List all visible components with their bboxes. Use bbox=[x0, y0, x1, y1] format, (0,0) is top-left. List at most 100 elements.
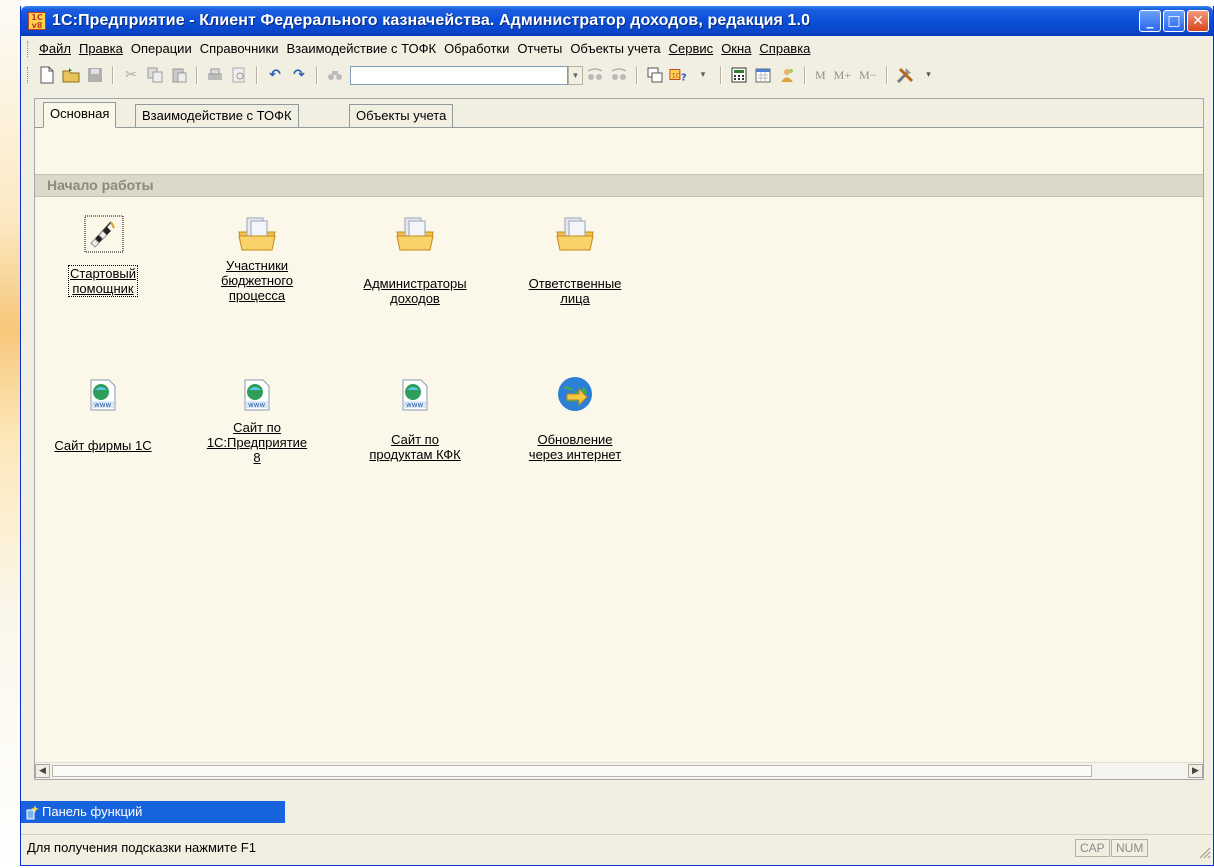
memory-mminus-button[interactable]: M− bbox=[859, 68, 876, 83]
cut-icon[interactable]: ✂ bbox=[121, 65, 141, 85]
menu-file[interactable]: Файл bbox=[35, 41, 75, 56]
toolbar-grip[interactable] bbox=[27, 67, 31, 83]
svg-text:www: www bbox=[406, 401, 423, 409]
desktop-background bbox=[0, 0, 22, 868]
launcher-internet-update[interactable]: Обновление через интернет bbox=[505, 366, 645, 462]
new-document-icon[interactable] bbox=[37, 65, 57, 85]
svg-text:www: www bbox=[248, 401, 265, 409]
menu-processing[interactable]: Обработки bbox=[440, 41, 513, 56]
svg-text:1С: 1С bbox=[672, 73, 681, 80]
tab-page-main: Начало работы Стартовый помощник Участни… bbox=[35, 127, 1203, 779]
launcher-label[interactable]: Сайт фирмы 1С bbox=[54, 438, 151, 453]
calculator-icon[interactable] bbox=[729, 65, 749, 85]
scrollbar-thumb[interactable] bbox=[52, 765, 1092, 777]
find-next-icon[interactable] bbox=[585, 65, 605, 85]
function-panel-icon bbox=[26, 805, 39, 820]
print-preview-icon[interactable] bbox=[229, 65, 249, 85]
users-icon[interactable] bbox=[777, 65, 797, 85]
menu-help[interactable]: Справка bbox=[755, 41, 814, 56]
launcher-label[interactable]: Администраторы доходов bbox=[363, 276, 466, 306]
minimize-button[interactable]: _ bbox=[1139, 10, 1161, 32]
memory-mplus-button[interactable]: M+ bbox=[834, 68, 851, 83]
horizontal-scrollbar[interactable]: ◀ ▶ bbox=[35, 762, 1203, 779]
web-page-icon: www bbox=[33, 366, 173, 414]
launcher-site-enterprise8[interactable]: www Сайт по 1С:Предприятие 8 bbox=[187, 366, 327, 465]
search-dropdown-arrow-icon[interactable]: ▼ bbox=[568, 65, 583, 85]
undo-icon[interactable]: ↶ bbox=[265, 65, 285, 85]
search-input[interactable] bbox=[350, 65, 568, 85]
launcher-revenue-admins[interactable]: Администраторы доходов bbox=[345, 206, 485, 306]
launcher-label[interactable]: Ответственные лица bbox=[529, 276, 622, 306]
svg-text:www: www bbox=[94, 401, 111, 409]
help-dropdown-icon[interactable]: ▾ bbox=[693, 65, 713, 85]
tab-accounting-objects[interactable]: Объекты учета bbox=[349, 104, 454, 127]
launcher-site-1c[interactable]: www Сайт фирмы 1С bbox=[33, 366, 173, 453]
folder-catalog-icon bbox=[345, 206, 485, 254]
toolbar-separator bbox=[112, 66, 114, 84]
redo-icon[interactable]: ↷ bbox=[289, 65, 309, 85]
launcher-responsible-persons[interactable]: Ответственные лица bbox=[505, 206, 645, 306]
resize-grip-icon[interactable] bbox=[1197, 845, 1211, 859]
menu-operations[interactable]: Операции bbox=[127, 41, 196, 56]
svg-text:?: ? bbox=[681, 72, 687, 83]
tools-icon[interactable] bbox=[895, 65, 915, 85]
window-title: 1С:Предприятие - Клиент Федерального каз… bbox=[52, 12, 811, 29]
launcher-site-kfk[interactable]: www Сайт по продуктам КФК bbox=[345, 366, 485, 462]
menu-tofk[interactable]: Взаимодействие с ТОФК bbox=[282, 41, 440, 56]
menu-edit[interactable]: Правка bbox=[75, 41, 127, 56]
menu-accounting-objects[interactable]: Объекты учета bbox=[566, 41, 664, 56]
menu-reports[interactable]: Отчеты bbox=[513, 41, 566, 56]
launcher-startup-assistant[interactable]: Стартовый помощник bbox=[33, 206, 173, 297]
caps-lock-indicator: CAP bbox=[1075, 839, 1110, 857]
menu-grip[interactable] bbox=[27, 40, 31, 57]
launcher-label[interactable]: Обновление через интернет bbox=[529, 432, 621, 462]
windows-list-icon[interactable] bbox=[645, 65, 665, 85]
copy-icon[interactable] bbox=[145, 65, 165, 85]
app-window: 1С v8 1С:Предприятие - Клиент Федеральног… bbox=[20, 6, 1214, 866]
close-button[interactable]: ✕ bbox=[1187, 10, 1209, 32]
find-previous-icon[interactable] bbox=[609, 65, 629, 85]
tab-bar: Основная Взаимодействие с ТОФК Объекты у… bbox=[35, 99, 1203, 128]
menu-service[interactable]: Сервис bbox=[665, 41, 718, 56]
menu-catalogs[interactable]: Справочники bbox=[196, 41, 283, 56]
toolbar-separator bbox=[256, 66, 258, 84]
toolbar-separator bbox=[316, 66, 318, 84]
globe-update-icon bbox=[505, 366, 645, 414]
tab-main[interactable]: Основная bbox=[43, 102, 117, 128]
print-icon[interactable] bbox=[205, 65, 225, 85]
launcher-label[interactable]: Сайт по продуктам КФК bbox=[369, 432, 460, 462]
scroll-left-icon[interactable]: ◀ bbox=[35, 764, 50, 778]
menu-bar: Файл Правка Операции Справочники Взаимод… bbox=[21, 36, 1213, 61]
toolbar: ✂ ↶ ↷ ▼ 1С? ▾ M M+ M− ▾ bbox=[21, 61, 1213, 89]
scroll-right-icon[interactable]: ▶ bbox=[1188, 764, 1203, 778]
launcher-label[interactable]: Стартовый помощник bbox=[68, 265, 138, 297]
open-icon[interactable] bbox=[61, 65, 81, 85]
status-bar: Для получения подсказки нажмите F1 CAP N… bbox=[21, 834, 1213, 861]
save-icon[interactable] bbox=[85, 65, 105, 85]
toolbar-separator bbox=[804, 66, 806, 84]
tools-dropdown-icon[interactable]: ▾ bbox=[919, 65, 939, 85]
web-page-icon: www bbox=[187, 366, 327, 414]
maximize-button[interactable]: □ bbox=[1163, 10, 1185, 32]
launcher-budget-participants[interactable]: Участники бюджетного процесса bbox=[187, 206, 327, 303]
title-bar[interactable]: 1С v8 1С:Предприятие - Клиент Федеральног… bbox=[21, 6, 1213, 36]
section-title: Начало работы bbox=[35, 174, 1203, 197]
folder-catalog-icon bbox=[187, 206, 327, 254]
launcher-label[interactable]: Участники бюджетного процесса bbox=[221, 258, 293, 303]
function-panel-label: Панель функций bbox=[42, 804, 143, 819]
function-panel-tab[interactable]: Панель функций bbox=[21, 801, 285, 823]
checkered-flag-icon bbox=[33, 206, 173, 254]
memory-m-button[interactable]: M bbox=[815, 68, 826, 83]
paste-icon[interactable] bbox=[169, 65, 189, 85]
find-icon[interactable] bbox=[325, 65, 345, 85]
folder-catalog-icon bbox=[505, 206, 645, 254]
calendar-icon[interactable] bbox=[753, 65, 773, 85]
1c-help-icon[interactable]: 1С? bbox=[669, 65, 689, 85]
window-controls: _ □ ✕ bbox=[1139, 10, 1209, 32]
toolbar-separator bbox=[636, 66, 638, 84]
tab-tofk[interactable]: Взаимодействие с ТОФК bbox=[135, 104, 299, 127]
toolbar-separator bbox=[720, 66, 722, 84]
toolbar-separator bbox=[885, 66, 888, 84]
launcher-label[interactable]: Сайт по 1С:Предприятие 8 bbox=[207, 420, 307, 465]
menu-windows[interactable]: Окна bbox=[717, 41, 755, 56]
